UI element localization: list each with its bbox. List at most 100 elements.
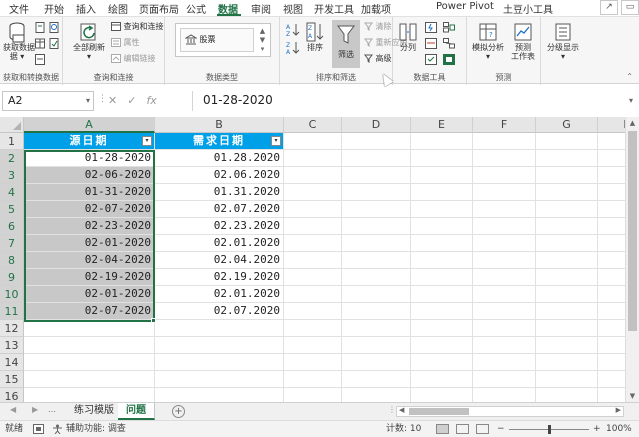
cancel-icon[interactable]: ✕	[108, 94, 127, 107]
get-data-button[interactable]: 获取数据 据 ▾	[3, 21, 35, 61]
cell-h5[interactable]	[598, 201, 625, 218]
tab-draw[interactable]: 绘图	[108, 1, 128, 16]
horizontal-scroll-thumb[interactable]	[409, 408, 469, 415]
row-header-11[interactable]: 11	[0, 303, 24, 320]
cell-f1[interactable]	[473, 133, 536, 150]
filter-dropdown-icon[interactable]: ▾	[271, 136, 281, 146]
cell-e4[interactable]	[411, 184, 473, 201]
cell-g16[interactable]	[536, 388, 598, 402]
vertical-scrollbar[interactable]: ▲ ▼	[625, 117, 639, 402]
row-header-13[interactable]: 13	[0, 337, 24, 354]
cell-b6[interactable]: 02.23.2020	[155, 218, 284, 235]
cell-c4[interactable]	[284, 184, 342, 201]
cell-d2[interactable]	[342, 150, 411, 167]
edit-links-button[interactable]: 编辑链接	[111, 53, 156, 64]
horizontal-scrollbar[interactable]: ◀ ▶	[396, 406, 624, 417]
cell-d6[interactable]	[342, 218, 411, 235]
formula-input[interactable]: 01-28-2020 ▾	[192, 91, 637, 111]
cell-e8[interactable]	[411, 252, 473, 269]
cell-g10[interactable]	[536, 286, 598, 303]
forecast-sheet-button[interactable]: 预测 工作表	[509, 21, 537, 61]
sort-az-icon[interactable]: AZ	[286, 23, 300, 37]
cell-b15[interactable]	[155, 371, 284, 388]
cell-g4[interactable]	[536, 184, 598, 201]
row-header-9[interactable]: 9	[0, 269, 24, 286]
cell-f7[interactable]	[473, 235, 536, 252]
cell-e2[interactable]	[411, 150, 473, 167]
cell-e12[interactable]	[411, 320, 473, 337]
sheet-tab-question[interactable]: 问题	[118, 403, 155, 420]
column-header-a[interactable]: A	[24, 117, 155, 133]
cell-c2[interactable]	[284, 150, 342, 167]
zoom-level[interactable]: 100%	[606, 421, 632, 437]
page-break-view-icon[interactable]	[476, 424, 489, 434]
next-sheet-icon[interactable]: ▶	[32, 405, 38, 414]
table-header-a[interactable]: 源日期 ▾	[24, 133, 155, 150]
zoom-out-icon[interactable]: −	[497, 421, 505, 437]
cell-c1[interactable]	[284, 133, 342, 150]
row-header-8[interactable]: 8	[0, 252, 24, 269]
macro-record-icon[interactable]	[33, 424, 44, 434]
cell-b14[interactable]	[155, 354, 284, 371]
cell-d3[interactable]	[342, 167, 411, 184]
accessibility-status[interactable]: 辅助功能: 调查	[66, 421, 126, 437]
advanced-filter-button[interactable]: 高级	[364, 53, 392, 64]
cell-d7[interactable]	[342, 235, 411, 252]
cell-e14[interactable]	[411, 354, 473, 371]
cell-a6[interactable]: 02-23-2020	[24, 218, 155, 235]
cell-d11[interactable]	[342, 303, 411, 320]
cell-c8[interactable]	[284, 252, 342, 269]
share-icon[interactable]: ↗	[600, 0, 618, 15]
cell-a9[interactable]: 02-19-2020	[24, 269, 155, 286]
prev-sheet-icon[interactable]: ◀	[10, 405, 16, 414]
cell-h16[interactable]	[598, 388, 625, 402]
filter-button[interactable]: 筛选	[332, 20, 360, 68]
clear-filter-button[interactable]: 清除	[364, 21, 392, 32]
data-model-icon[interactable]	[443, 54, 455, 65]
column-header-f[interactable]: F	[473, 117, 536, 133]
cell-a8[interactable]: 02-04-2020	[24, 252, 155, 269]
gallery-scroll-icon[interactable]: ▲ ▼ ▾	[257, 27, 268, 54]
cell-c13[interactable]	[284, 337, 342, 354]
existing-connections-icon[interactable]	[35, 54, 45, 65]
sort-za-icon[interactable]: ZA	[286, 41, 300, 55]
cell-h3[interactable]	[598, 167, 625, 184]
queries-connections-button[interactable]: 查询和连接	[111, 21, 164, 32]
cell-b13[interactable]	[155, 337, 284, 354]
cell-h9[interactable]	[598, 269, 625, 286]
cell-a3[interactable]: 02-06-2020	[24, 167, 155, 184]
cell-f13[interactable]	[473, 337, 536, 354]
sheet-more-icon[interactable]: …	[48, 405, 56, 414]
cell-d9[interactable]	[342, 269, 411, 286]
cell-g11[interactable]	[536, 303, 598, 320]
tab-addins[interactable]: 加载项	[361, 1, 391, 16]
data-types-gallery[interactable]: 股票 ▲ ▼ ▾	[175, 23, 271, 57]
cell-a4[interactable]: 01-31-2020	[24, 184, 155, 201]
cell-e13[interactable]	[411, 337, 473, 354]
cell-h7[interactable]	[598, 235, 625, 252]
cell-h15[interactable]	[598, 371, 625, 388]
cell-a14[interactable]	[24, 354, 155, 371]
select-all-button[interactable]	[0, 117, 24, 133]
cell-a11[interactable]: 02-07-2020	[24, 303, 155, 320]
cell-b12[interactable]	[155, 320, 284, 337]
from-web-icon[interactable]	[49, 22, 59, 33]
page-layout-view-icon[interactable]	[456, 424, 469, 434]
scroll-up-icon[interactable]: ▲	[626, 117, 639, 129]
cell-e10[interactable]	[411, 286, 473, 303]
tab-review[interactable]: 审阅	[251, 1, 271, 16]
row-header-10[interactable]: 10	[0, 286, 24, 303]
cell-f15[interactable]	[473, 371, 536, 388]
cell-e7[interactable]	[411, 235, 473, 252]
cell-d12[interactable]	[342, 320, 411, 337]
table-header-b[interactable]: 需求日期 ▾	[155, 133, 284, 150]
refresh-all-button[interactable]: 全部刷新 ▾	[71, 21, 107, 61]
outline-button[interactable]: 分级显示 ▾	[543, 21, 583, 61]
accessibility-icon[interactable]	[52, 424, 63, 434]
cell-e16[interactable]	[411, 388, 473, 402]
tab-file[interactable]: 文件	[9, 1, 29, 16]
cell-a16[interactable]	[24, 388, 155, 402]
cell-e15[interactable]	[411, 371, 473, 388]
data-validation-icon[interactable]	[425, 54, 437, 65]
cell-f10[interactable]	[473, 286, 536, 303]
